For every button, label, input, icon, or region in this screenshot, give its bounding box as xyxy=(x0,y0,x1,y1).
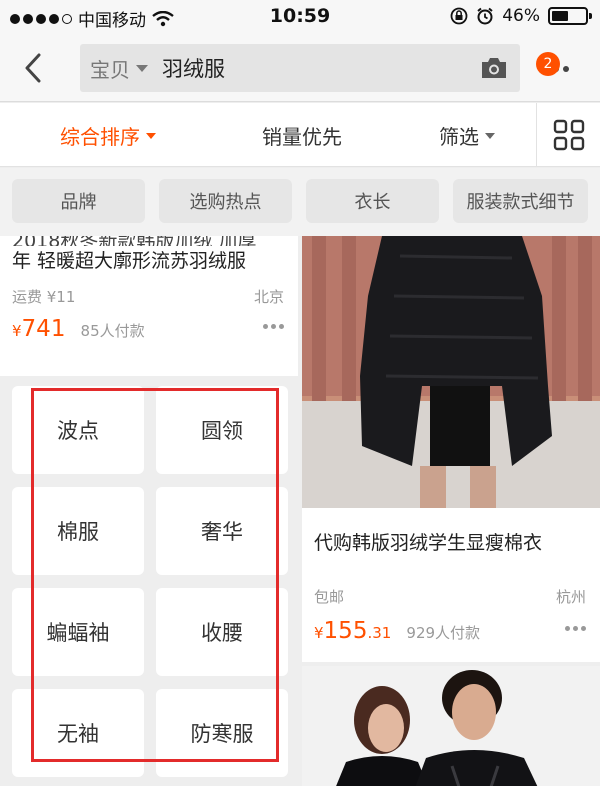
product-feed: 2018秋冬新款韩版加绒 加厚 年 轻暖超大廓形流苏羽绒服 运费 ¥11 北京 … xyxy=(0,236,600,786)
tag-waisted[interactable]: 收腰 xyxy=(156,588,288,676)
status-bar: 中国移动 10:59 46% xyxy=(0,0,600,34)
product-price: 155 xyxy=(323,618,368,644)
search-header: 宝贝 羽绒服 2 xyxy=(0,34,600,102)
filter-chips: 品牌 选购热点 衣长 服装款式细节 xyxy=(0,168,600,236)
more-button[interactable]: 2 xyxy=(536,52,576,84)
chevron-down-icon xyxy=(146,132,156,139)
search-query: 羽绒服 xyxy=(162,57,225,81)
card-more-icon[interactable] xyxy=(263,324,284,329)
buyer-count: 85人付款 xyxy=(80,322,145,340)
chip-length[interactable]: 衣长 xyxy=(306,179,439,223)
sort-sales-label: 销量优先 xyxy=(262,125,342,149)
product-image xyxy=(302,666,600,786)
back-button[interactable] xyxy=(18,50,48,86)
product-price-row: ¥741 85人付款 xyxy=(12,316,284,346)
product-title-line2: 年 轻暖超大廓形流苏羽绒服 xyxy=(12,250,247,272)
grid-toggle-icon xyxy=(553,119,584,151)
product-price: 741 xyxy=(21,316,66,342)
battery-icon xyxy=(548,7,592,25)
camera-icon[interactable] xyxy=(480,56,508,80)
product-price-decimal: .31 xyxy=(367,624,392,642)
tag-round-neck[interactable]: 圆领 xyxy=(156,386,288,474)
rotation-lock-icon xyxy=(450,7,468,25)
product-location: 北京 xyxy=(253,288,284,306)
sort-default-label: 综合排序 xyxy=(60,125,140,149)
tag-cotton-padded[interactable]: 棉服 xyxy=(12,487,144,575)
product-meta: 包邮 杭州 xyxy=(314,586,586,607)
tag-luxury[interactable]: 奢华 xyxy=(156,487,288,575)
chip-style-details[interactable]: 服装款式细节 xyxy=(453,179,588,223)
back-icon xyxy=(25,53,41,83)
shipping-fee: 包邮 xyxy=(314,588,345,606)
product-image xyxy=(302,236,600,508)
status-right-group: 46% xyxy=(450,6,592,26)
product-price-row: ¥155.31 929人付款 xyxy=(314,618,586,648)
search-scope-selector[interactable]: 宝贝 xyxy=(90,54,130,83)
tag-sleeveless[interactable]: 无袖 xyxy=(12,689,144,777)
chevron-down-icon xyxy=(485,132,495,139)
product-title: 2018秋冬新款韩版加绒 加厚 年 轻暖超大廓形流苏羽绒服 xyxy=(12,236,294,276)
product-card[interactable] xyxy=(302,666,600,786)
tag-polka-dot[interactable]: 波点 xyxy=(12,386,144,474)
product-meta: 运费 ¥11 北京 xyxy=(12,286,284,307)
chevron-down-icon xyxy=(136,64,148,72)
tag-cold-protection[interactable]: 防寒服 xyxy=(156,689,288,777)
tag-batwing-sleeve[interactable]: 蝙蝠袖 xyxy=(12,588,144,676)
search-input[interactable]: 宝贝 羽绒服 xyxy=(80,44,520,92)
currency-symbol: ¥ xyxy=(12,322,22,340)
chip-brand[interactable]: 品牌 xyxy=(12,179,145,223)
product-title: 代购韩版羽绒学生显瘦棉衣 xyxy=(314,532,543,554)
filter-label: 筛选 xyxy=(439,125,479,149)
grid-toggle-button[interactable] xyxy=(536,103,600,167)
card-more-icon[interactable] xyxy=(565,626,586,631)
product-location: 杭州 xyxy=(555,588,586,606)
attribute-tag-grid: 波点 圆领 棉服 奢华 蝙蝠袖 收腰 无袖 防寒服 xyxy=(0,376,298,786)
battery-percent: 46% xyxy=(502,6,540,26)
sort-default-button[interactable]: 综合排序 xyxy=(60,121,156,150)
buyer-count: 929人付款 xyxy=(406,624,481,642)
product-title-line1: 2018秋冬新款韩版加绒 加厚 xyxy=(12,236,294,246)
more-icon-dot xyxy=(563,66,569,72)
product-card[interactable]: 代购韩版羽绒学生显瘦棉衣 包邮 杭州 ¥155.31 929人付款 xyxy=(302,236,600,662)
shipping-fee: 运费 ¥11 xyxy=(12,288,76,306)
currency-symbol: ¥ xyxy=(314,624,324,642)
notification-badge: 2 xyxy=(536,52,560,76)
sort-bar: 综合排序 销量优先 筛选 xyxy=(0,103,600,167)
chip-hot-picks[interactable]: 选购热点 xyxy=(159,179,292,223)
alarm-icon xyxy=(477,7,493,25)
sort-sales-button[interactable]: 销量优先 xyxy=(262,121,342,150)
filter-button[interactable]: 筛选 xyxy=(439,121,495,150)
